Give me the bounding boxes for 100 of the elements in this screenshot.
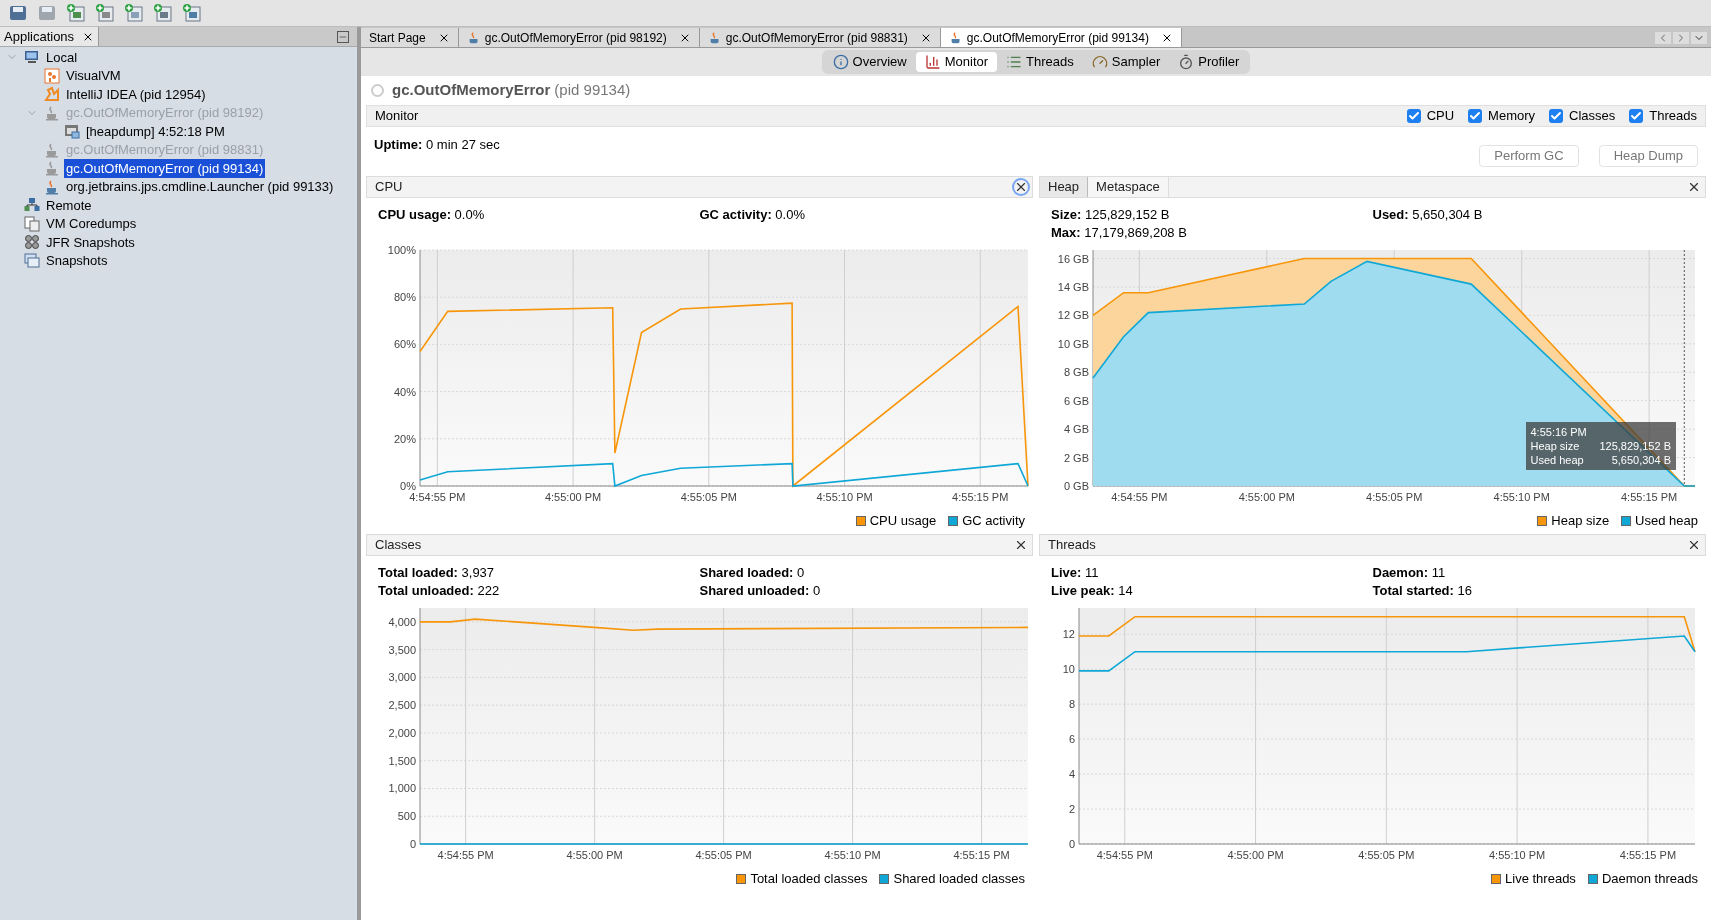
close-icon[interactable] [1687, 180, 1701, 194]
app-icon [44, 86, 60, 103]
document-tab[interactable]: gc.OutOfMemoryError (pid 99134) [940, 28, 1182, 47]
axis-tick-label: 0 GB [1063, 480, 1089, 492]
document-tab[interactable]: gc.OutOfMemoryError (pid 98192) [458, 28, 700, 47]
close-icon[interactable] [1687, 538, 1701, 552]
panel-tab[interactable]: Classes [367, 535, 430, 555]
axis-tick-label: 10 [1062, 663, 1075, 676]
checkbox[interactable] [1468, 109, 1483, 123]
timer-icon [1178, 54, 1195, 70]
axis-tick-label: 4:55:00 PM [566, 849, 623, 861]
document-tab[interactable]: gc.OutOfMemoryError (pid 98831) [699, 28, 941, 47]
axis-tick-label: 4:55:10 PM [816, 491, 873, 503]
add-icon[interactable] [66, 3, 86, 23]
axis-tick-label: 12 [1062, 628, 1075, 641]
tree-item[interactable]: VM Coredumps [44, 214, 139, 234]
tree-item[interactable]: Remote [44, 195, 94, 215]
axis-tick-label: 0 [1068, 838, 1075, 850]
axis-tick-label: 4,000 [388, 615, 416, 628]
add-icon[interactable] [182, 3, 202, 23]
checkbox-label: CPU [1426, 107, 1455, 126]
axis-tick-label: 4 GB [1063, 423, 1089, 436]
add-icon[interactable] [153, 3, 173, 23]
axis-tick-label: 1,500 [388, 754, 416, 767]
tree-item[interactable]: gc.OutOfMemoryError (pid 99134) [64, 158, 266, 178]
stat-text: GC activity: 0.0% [699, 206, 806, 224]
check-icon [1630, 110, 1643, 122]
axis-tick-label: 4:54:55 PM [1096, 849, 1153, 861]
dropdown-icon[interactable] [1691, 32, 1707, 44]
panel-tab[interactable]: Threads [1040, 535, 1104, 555]
checkbox[interactable] [1406, 109, 1421, 123]
view-tab[interactable]: Monitor [915, 52, 998, 72]
checkbox[interactable] [1549, 109, 1564, 123]
axis-tick-label: 4:55:15 PM [953, 849, 1010, 861]
stat-text: Live peak: 14 [1051, 582, 1134, 600]
view-tab[interactable]: Sampler [1082, 52, 1170, 72]
axis-tick-label: 0 [409, 838, 416, 850]
axis-tick-label: 4:55:10 PM [824, 849, 881, 861]
axis-tick-label: 2,000 [388, 726, 416, 739]
tree-item[interactable]: org.jetbrains.jps.cmdline.Launcher (pid 99133) [64, 177, 336, 197]
axis-tick-label: 20% [393, 432, 416, 445]
axis-tick-label: 0% [400, 480, 416, 492]
tree-item[interactable]: JFR Snapshots [44, 232, 137, 252]
axis-tick-label: 4:55:00 PM [1238, 491, 1295, 503]
list-icon [1006, 54, 1023, 70]
sidebar-tab[interactable]: Applications [0, 27, 100, 46]
tree-item[interactable]: Snapshots [44, 251, 110, 271]
axis-tick-label: 4:54:55 PM [1111, 491, 1168, 503]
section-title: Monitor [375, 107, 419, 126]
coffee-cup-icon [44, 178, 60, 195]
action-button[interactable]: Perform GC [1479, 145, 1579, 167]
tree-item[interactable]: VisualVM [64, 66, 123, 86]
document-tab[interactable]: Start Page [361, 28, 459, 47]
tooltip-time: 4:55:16 PM [1530, 425, 1588, 439]
axis-tick-label: 60% [393, 338, 416, 351]
tree-item[interactable]: Local [44, 47, 80, 67]
axis-tick-label: 3,500 [388, 643, 416, 656]
process-id: (pid 99134) [554, 80, 631, 101]
check-icon [1550, 110, 1563, 122]
axis-tick-label: 4:55:05 PM [1366, 491, 1423, 503]
minimize-icon[interactable] [337, 30, 349, 43]
close-icon[interactable] [1014, 538, 1028, 552]
axis-tick-label: 14 GB [1057, 280, 1089, 293]
add-icon[interactable] [95, 3, 115, 23]
panel-tab[interactable]: Heap [1040, 177, 1089, 197]
coffee-cup-icon [44, 141, 60, 158]
axis-tick-label: 10 GB [1057, 337, 1089, 350]
checkbox[interactable] [1629, 109, 1644, 123]
axis-tick-label: 4:54:55 PM [437, 849, 494, 861]
stat-text: Total unloaded: 222 [378, 582, 501, 600]
coffee-cup-icon [44, 104, 60, 121]
close-icon[interactable] [1014, 180, 1028, 194]
axis-tick-label: 6 GB [1063, 394, 1089, 407]
view-tab[interactable]: Threads [997, 52, 1083, 72]
axis-tick-label: 4:54:55 PM [409, 491, 466, 503]
view-tab[interactable]: Overview [823, 52, 916, 72]
axis-tick-label: 4:55:05 PM [1358, 849, 1415, 861]
add-icon[interactable] [124, 3, 144, 23]
stat-text: CPU usage: 0.0% [378, 206, 486, 224]
panel-tab[interactable]: CPU [367, 177, 411, 197]
tooltip-value: 125,829,152 B [1599, 439, 1671, 453]
axis-tick-label: 2,500 [388, 699, 416, 712]
flight-recorder-icon [24, 234, 40, 251]
stat-text: Total started: 16 [1372, 582, 1473, 600]
axis-tick-label: 100% [387, 244, 416, 256]
snapshot-icon [24, 252, 40, 269]
save-icon[interactable] [37, 3, 57, 23]
tooltip-label: Used heap [1530, 453, 1584, 467]
axis-tick-label: 2 GB [1063, 451, 1089, 464]
view-tab[interactable]: Profiler [1169, 52, 1249, 72]
stat-text: Size: 125,829,152 B [1051, 206, 1171, 224]
axis-tick-label: 16 GB [1057, 252, 1089, 265]
axis-tick-label: 80% [393, 291, 416, 304]
legend-label: Total loaded classes [750, 870, 868, 889]
action-button[interactable]: Heap Dump [1598, 145, 1698, 167]
axis-tick-label: 500 [397, 810, 416, 823]
chart-icon [924, 54, 941, 70]
info-icon [832, 54, 849, 70]
axis-tick-label: 8 GB [1063, 366, 1089, 379]
tree-item[interactable]: IntelliJ IDEA (pid 12954) [64, 84, 208, 104]
